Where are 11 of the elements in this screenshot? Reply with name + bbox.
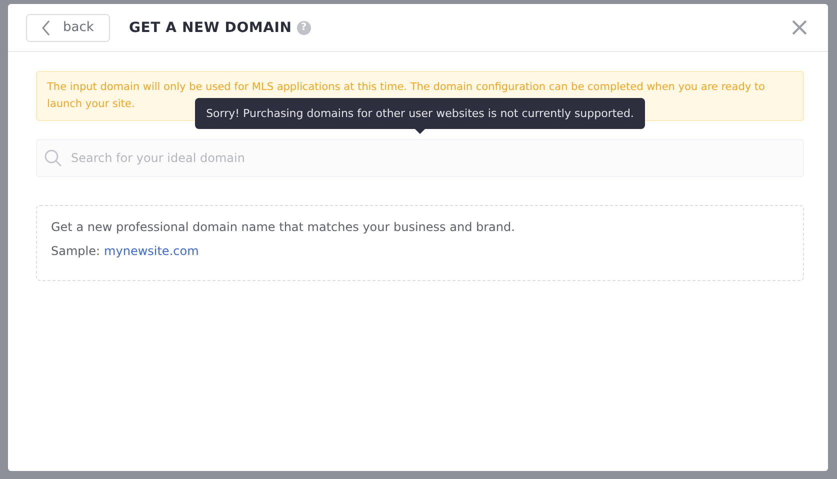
chevron-left-icon	[41, 20, 51, 36]
back-button[interactable]: back	[26, 14, 110, 42]
sample-label: Sample:	[51, 244, 100, 258]
description-text: Get a new professional domain name that matches your business and brand.	[51, 220, 516, 234]
tooltip-pointer-icon	[415, 129, 425, 134]
dialog-title: GET A NEW DOMAIN	[129, 20, 292, 36]
search-field[interactable]: Search for your ideal domain	[36, 139, 804, 177]
sample-link[interactable]: mynewsite.com	[104, 244, 199, 258]
search-icon	[44, 149, 62, 167]
tooltip: Sorry! Purchasing domains for other user websites is not currently supported.	[195, 98, 645, 129]
close-icon[interactable]	[792, 20, 807, 35]
